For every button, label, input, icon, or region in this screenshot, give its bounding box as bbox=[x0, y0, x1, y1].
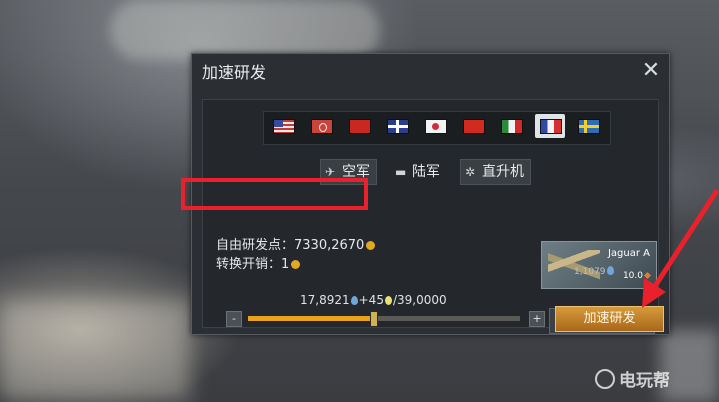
uk-flag-icon[interactable] bbox=[387, 119, 409, 134]
japan-flag-icon[interactable] bbox=[425, 119, 447, 134]
sweden-flag-icon[interactable] bbox=[578, 119, 600, 134]
helicopter-icon: ✲ bbox=[465, 165, 476, 179]
coin-icon bbox=[366, 241, 376, 250]
dialog-title: 加速研发 bbox=[202, 63, 267, 82]
vehicle-research-cost: 1,1079 bbox=[574, 266, 615, 277]
annotation-highlight-box bbox=[181, 178, 368, 210]
tab-helicopter[interactable]: ✲ 直升机 bbox=[460, 159, 531, 185]
annotation-arrow-icon bbox=[642, 190, 719, 308]
nation-selector bbox=[263, 111, 611, 145]
progress-fill bbox=[248, 316, 374, 321]
tab-ground[interactable]: ▬ 陆军 bbox=[390, 159, 447, 185]
france-flag-icon[interactable] bbox=[540, 119, 562, 134]
progress-current: 17,8921 bbox=[300, 293, 350, 307]
watermark-text: 电玩帮 bbox=[619, 371, 670, 391]
dialog-body: ✈ 空军 ▬ 陆军 ✲ 直升机 自由研发点：7330,2670 转换开销：1 Jagu… bbox=[202, 99, 659, 334]
tab-helicopter-label: 直升机 bbox=[482, 164, 524, 180]
tab-ground-label: 陆军 bbox=[412, 164, 440, 180]
conversion-value: 1 bbox=[281, 257, 290, 272]
background-scenery bbox=[110, 0, 380, 60]
ussr-flag-icon[interactable] bbox=[349, 119, 371, 134]
free-rp-value: 7330,2670 bbox=[294, 238, 365, 253]
tank-icon: ▬ bbox=[395, 165, 407, 179]
germany-flag-icon[interactable] bbox=[311, 119, 333, 134]
research-progress-text: 17,8921 +45/39,0000 bbox=[300, 293, 447, 307]
decrease-button[interactable]: - bbox=[226, 311, 242, 327]
background-scenery bbox=[0, 300, 190, 402]
free-rp-label: 自由研发点： bbox=[216, 238, 295, 253]
progress-slider[interactable] bbox=[248, 311, 520, 327]
progress-total: 39,0000 bbox=[397, 293, 447, 307]
conversion-label: 转换开销： bbox=[216, 257, 282, 272]
conversion-cost: 转换开销：1 bbox=[216, 253, 301, 272]
slider-handle[interactable] bbox=[370, 311, 379, 327]
china-flag-icon[interactable] bbox=[463, 119, 485, 134]
research-point-icon bbox=[606, 266, 614, 275]
usa-flag-icon[interactable] bbox=[273, 119, 295, 134]
free-research-points: 自由研发点：7330,2670 bbox=[216, 234, 376, 253]
progress-added: +45 bbox=[358, 293, 384, 307]
research-point-icon bbox=[350, 296, 358, 305]
vehicle-research-value: 1,1079 bbox=[574, 267, 606, 277]
italy-flag-icon[interactable] bbox=[501, 119, 523, 134]
golden-eagle-icon bbox=[291, 260, 301, 269]
watermark: 电玩帮 bbox=[595, 366, 670, 391]
bulb-icon bbox=[384, 296, 392, 305]
watermark-logo-icon bbox=[595, 369, 615, 389]
close-button[interactable]: ✕ bbox=[639, 60, 663, 84]
increase-button[interactable]: + bbox=[529, 311, 545, 327]
